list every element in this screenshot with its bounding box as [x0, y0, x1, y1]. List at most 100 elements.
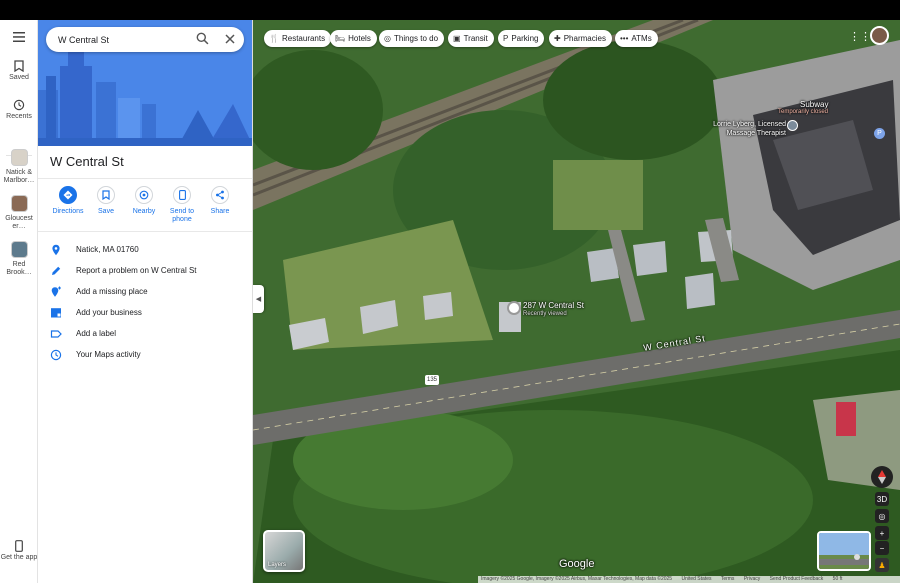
chip-hotels[interactable]: 🛏 Hotels — [330, 30, 377, 47]
scale-label[interactable]: 50 ft — [833, 576, 843, 582]
poi-therapist-label[interactable]: Lorrie Lyberg, Licensed Massage Therapis… — [711, 120, 786, 138]
feedback-link[interactable]: Send Product Feedback — [770, 576, 824, 582]
more-icon: ••• — [620, 34, 629, 43]
poi-subway-status: Temporarily closed — [778, 109, 829, 115]
send-to-phone-circle — [173, 186, 191, 204]
bookmark-icon — [102, 190, 110, 200]
pin-title[interactable]: 287 W Central St — [523, 301, 584, 310]
maps-activity-row[interactable]: Your Maps activity — [38, 345, 252, 365]
add-business-row[interactable]: Add your business — [38, 303, 252, 323]
nearby-button[interactable]: Nearby — [125, 186, 163, 216]
zoom-out-button[interactable]: − — [875, 541, 889, 555]
search-input[interactable] — [58, 31, 188, 48]
maps-app: Saved Recents Natick & Marlbor… Gloucest… — [0, 20, 900, 583]
left-rail: Saved Recents Natick & Marlbor… Gloucest… — [0, 20, 38, 583]
directions-icon — [63, 190, 73, 200]
clear-search-button[interactable] — [224, 32, 236, 50]
add-missing-place-row[interactable]: Add a missing place — [38, 282, 252, 302]
apps-grid-icon: ⋮⋮ — [849, 31, 871, 43]
recent-thumbnail — [10, 241, 28, 258]
directions-label: Directions — [52, 208, 84, 215]
saved-button[interactable]: Saved — [0, 60, 38, 82]
apps-grid-button[interactable]: ⋮⋮ — [849, 30, 871, 43]
place-title: W Central St — [50, 154, 124, 169]
chip-label: Hotels — [348, 34, 371, 43]
my-location-icon: ◎ — [878, 511, 886, 521]
privacy-link[interactable]: Privacy — [744, 576, 760, 582]
layers-button[interactable]: Layers — [263, 530, 305, 572]
chip-label: Pharmacies — [563, 34, 606, 43]
restaurant-icon: 🍴 — [269, 34, 279, 43]
phone-icon — [178, 190, 186, 200]
street-view-image — [819, 533, 869, 569]
share-icon — [216, 190, 224, 200]
saved-label: Saved — [9, 74, 29, 81]
poi-subway-marker[interactable] — [787, 120, 798, 131]
close-icon — [225, 34, 235, 44]
send-to-phone-button[interactable]: Send to phone — [163, 186, 201, 224]
directions-circle — [59, 186, 77, 204]
poi-subway-label[interactable]: Subway — [800, 100, 828, 109]
chip-transit[interactable]: ▣ Transit — [448, 30, 494, 47]
save-button[interactable]: Save — [87, 186, 125, 216]
report-problem-text: Report a problem on W Central St — [76, 266, 197, 275]
add-place-icon — [51, 286, 61, 297]
pencil-icon — [52, 266, 61, 275]
tilt-3d-button[interactable]: 3D — [875, 492, 889, 506]
transit-icon: ▣ — [453, 34, 461, 43]
recent-item-red-brook[interactable]: Red Brook… — [0, 241, 38, 277]
recents-button[interactable]: Recents — [0, 99, 38, 121]
terms-link[interactable]: Terms — [721, 576, 735, 582]
storefront-icon — [51, 308, 61, 318]
share-button[interactable]: Share — [201, 186, 239, 216]
chip-restaurants[interactable]: 🍴 Restaurants — [264, 30, 332, 47]
get-app-button[interactable]: Get the app — [0, 540, 38, 562]
add-label-text: Add a label — [76, 329, 117, 338]
chip-parking[interactable]: P Parking — [498, 30, 545, 47]
chevron-left-icon: ◀ — [255, 296, 262, 303]
pegman-button[interactable]: ♟ — [875, 558, 889, 572]
route-shield: 135 — [425, 375, 439, 385]
share-circle — [211, 186, 229, 204]
menu-button[interactable] — [0, 32, 38, 44]
save-circle — [97, 186, 115, 204]
compass-button[interactable] — [871, 466, 893, 488]
add-label-row[interactable]: Add a label — [38, 324, 252, 344]
satellite-map[interactable]: ◀ 🍴 Restaurants 🛏 Hotels ◎ Things to do ▣ Tr… — [253, 20, 900, 583]
chip-pharmacies[interactable]: ✚ Pharmacies — [549, 30, 612, 47]
history-icon — [50, 349, 62, 361]
google-logo: Google — [559, 558, 595, 570]
country-link[interactable]: United States — [681, 576, 711, 582]
chip-things-to-do[interactable]: ◎ Things to do — [379, 30, 445, 47]
parking-icon: P — [503, 34, 509, 43]
nearby-circle — [135, 186, 153, 204]
chip-label: Restaurants — [281, 34, 326, 43]
directions-button[interactable]: Directions — [49, 186, 87, 216]
report-problem-row[interactable]: Report a problem on W Central St — [38, 261, 252, 281]
divider — [38, 231, 252, 232]
collapse-panel-button[interactable]: ◀ — [253, 285, 264, 313]
recent-item-natick[interactable]: Natick & Marlbor… — [0, 149, 38, 185]
nearby-label: Nearby — [132, 208, 156, 215]
location-pin-icon[interactable] — [507, 301, 521, 315]
account-avatar[interactable] — [870, 26, 889, 45]
history-icon — [13, 99, 25, 111]
recent-item-gloucester[interactable]: Gloucest er… — [0, 195, 38, 231]
pegman-icon: ♟ — [878, 560, 886, 570]
recent-item-label: Red Brook… — [6, 261, 32, 276]
camera-icon: ◎ — [384, 34, 391, 43]
address-row[interactable]: Natick, MA 01760 — [38, 240, 252, 260]
my-location-button[interactable]: ◎ — [875, 509, 889, 523]
address-text: Natick, MA 01760 — [76, 245, 139, 254]
map-attribution-bar: Imagery ©2025 Google, Imagery ©2025 Airb… — [478, 576, 900, 583]
zoom-in-button[interactable]: + — [875, 526, 889, 540]
plus-icon: + — [879, 528, 885, 538]
search-button[interactable] — [196, 32, 209, 50]
nearby-icon — [139, 190, 149, 200]
compass-icon — [878, 470, 886, 484]
send-to-phone-label: Send to phone — [169, 208, 195, 223]
street-view-thumbnail[interactable] — [817, 531, 871, 571]
recents-label: Recents — [6, 113, 32, 120]
chip-atms[interactable]: ••• ATMs — [615, 30, 658, 47]
parking-marker-icon[interactable]: P — [874, 128, 885, 139]
